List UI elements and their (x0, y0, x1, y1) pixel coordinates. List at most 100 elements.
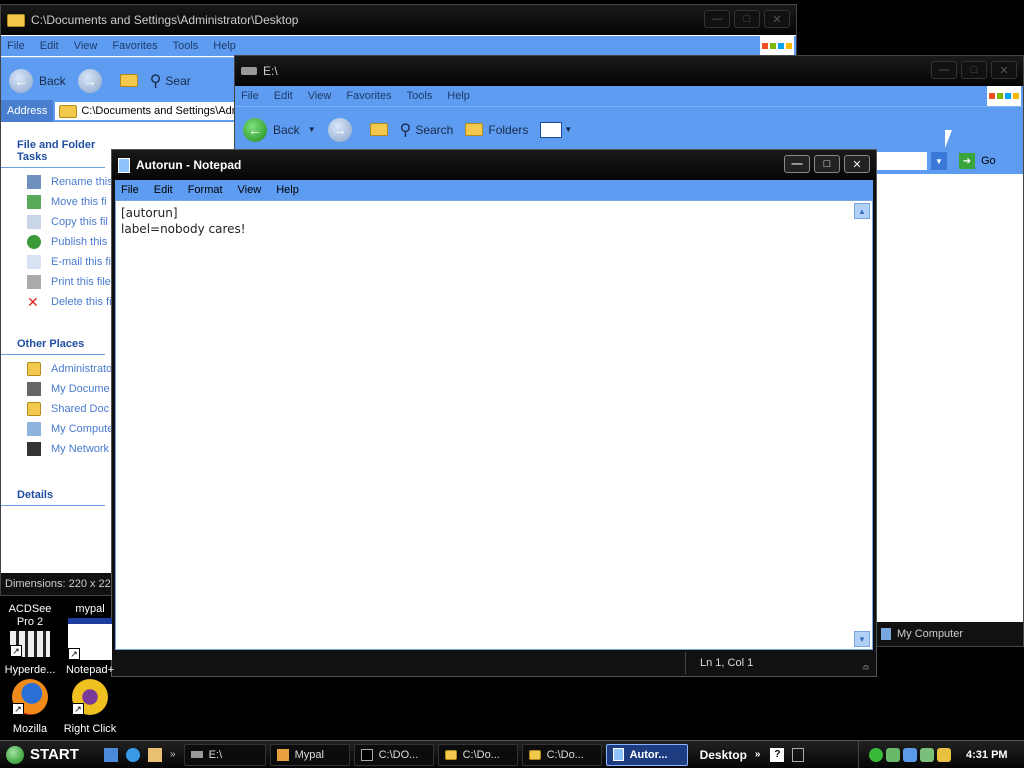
scroll-up-button[interactable]: ▲ (854, 203, 870, 219)
globe-icon (27, 235, 41, 249)
search-button[interactable]: ⚲ Search (400, 120, 454, 140)
place-my-documents[interactable]: My Docume (1, 379, 111, 399)
app-launcher-icon[interactable] (148, 747, 162, 762)
tray-safely-remove-icon[interactable] (920, 747, 934, 762)
tray-wand-icon[interactable] (937, 747, 951, 762)
close-button[interactable]: ✕ (844, 155, 870, 173)
close-button[interactable]: ✕ (764, 10, 790, 28)
chevron-right-icon[interactable]: » (170, 749, 176, 760)
vertical-scrollbar[interactable]: ▲ ▼ (854, 203, 870, 647)
tray-volume-icon[interactable] (903, 747, 917, 762)
search-button[interactable]: ⚲ Sear (150, 71, 191, 91)
go-arrow-icon: ➜ (959, 153, 975, 169)
rename-icon (27, 175, 41, 189)
task-e-drive[interactable]: E:\ (183, 743, 266, 766)
start-button[interactable]: START (6, 743, 94, 767)
maximize-button[interactable]: □ (961, 61, 987, 79)
views-button[interactable]: ▼ (540, 121, 572, 138)
forward-button[interactable]: → (77, 68, 108, 93)
maximize-button[interactable]: □ (734, 10, 760, 28)
folders-button[interactable]: Folders (465, 123, 528, 137)
back-button[interactable]: ← Back (9, 68, 66, 93)
minimize-button[interactable]: — (784, 155, 810, 173)
up-folder-button[interactable] (369, 123, 388, 136)
place-shared-documents[interactable]: Shared Doc (1, 399, 111, 419)
details-heading[interactable]: Details (1, 485, 105, 506)
desktop-toolbar[interactable]: Desktop » (700, 748, 761, 762)
titlebar[interactable]: Autorun - Notepad — □ ✕ (112, 150, 876, 180)
desktop-icon-acdsee[interactable]: ACDSee Pro 2 ↗ (0, 603, 60, 659)
desktop-icon-mypal[interactable]: mypal ↗ (60, 603, 120, 662)
menu-view[interactable]: View (74, 40, 98, 52)
minimize-button[interactable]: — (931, 61, 957, 79)
menu-favorites[interactable]: Favorites (346, 90, 391, 102)
menu-tools[interactable]: Tools (173, 40, 199, 52)
internet-explorer-icon[interactable] (126, 747, 140, 762)
task-notepad[interactable]: Autor... (605, 743, 688, 766)
file-tasks-heading[interactable]: File and Folder Tasks (1, 135, 105, 168)
task-label: E-mail this fi (51, 256, 111, 268)
back-button[interactable]: ← Back ▼ (243, 117, 316, 142)
menu-tools[interactable]: Tools (407, 90, 433, 102)
task-folder-2[interactable]: C:\Do... (521, 743, 602, 766)
menu-view[interactable]: View (238, 184, 262, 196)
menu-file[interactable]: File (241, 90, 259, 102)
menu-format[interactable]: Format (188, 184, 223, 196)
menu-edit[interactable]: Edit (274, 90, 293, 102)
task-delete[interactable]: ✕ Delete this fi (1, 292, 111, 312)
minimize-button[interactable]: — (704, 10, 730, 28)
up-folder-button[interactable] (119, 74, 138, 87)
clock[interactable]: 4:31 PM (966, 749, 1008, 761)
forward-button[interactable]: → (327, 117, 358, 142)
other-places-heading[interactable]: Other Places (1, 334, 105, 355)
close-button[interactable]: ✕ (991, 61, 1017, 79)
task-copy[interactable]: Copy this fil (1, 212, 111, 232)
address-dropdown[interactable]: ▼ (931, 152, 947, 170)
task-email[interactable]: E-mail this fi (1, 252, 111, 272)
maximize-button[interactable]: □ (814, 155, 840, 173)
desktop-icon-mozilla[interactable]: ↗ Mozilla (0, 679, 60, 736)
menu-help[interactable]: Help (213, 40, 236, 52)
titlebar[interactable]: E:\ — □ ✕ (235, 56, 1023, 86)
desktop-icon-notepadplus[interactable]: Notepad+ (60, 664, 120, 677)
menu-help[interactable]: Help (447, 90, 470, 102)
show-desktop-icon[interactable] (104, 747, 118, 762)
menu-edit[interactable]: Edit (154, 184, 173, 196)
chevron-right-icon[interactable]: » (755, 749, 761, 760)
go-button[interactable]: ➜ Go (959, 152, 1019, 170)
task-cmd[interactable]: C:\DO... (353, 743, 434, 766)
folder-icon (444, 749, 457, 760)
desktop-icon-hyperdesk[interactable]: Hyperde... (0, 664, 60, 677)
task-folder-1[interactable]: C:\Do... (437, 743, 518, 766)
menu-favorites[interactable]: Favorites (112, 40, 157, 52)
menu-bar: File Edit Format View Help (115, 180, 873, 200)
menu-file[interactable]: File (121, 184, 139, 196)
menu-help[interactable]: Help (276, 184, 299, 196)
task-print[interactable]: Print this file (1, 272, 111, 292)
titlebar[interactable]: C:\Documents and Settings\Administrator\… (1, 5, 796, 35)
menu-view[interactable]: View (308, 90, 332, 102)
task-label: C:\Do... (546, 748, 584, 761)
search-icon: ⚲ (149, 72, 162, 90)
task-mypal[interactable]: Mypal (269, 743, 350, 766)
menu-file[interactable]: File (7, 40, 25, 52)
help-icon[interactable]: ? (770, 747, 785, 762)
window-notepad[interactable]: Autorun - Notepad — □ ✕ File Edit Format… (111, 149, 877, 677)
task-publish[interactable]: Publish this (1, 232, 111, 252)
resize-grip-icon[interactable]: ≏ (862, 663, 870, 674)
menu-edit[interactable]: Edit (40, 40, 59, 52)
place-administrator[interactable]: Administrato (1, 359, 111, 379)
chevron-down-icon[interactable]: ▼ (308, 125, 316, 134)
restore-window-icon[interactable] (792, 747, 805, 762)
task-rename[interactable]: Rename this (1, 172, 111, 192)
task-move[interactable]: Move this fi (1, 192, 111, 212)
place-my-computer[interactable]: My Compute (1, 419, 111, 439)
delete-icon: ✕ (27, 294, 39, 310)
scroll-down-button[interactable]: ▼ (854, 631, 870, 647)
tray-network-icon[interactable] (886, 747, 900, 762)
place-my-network[interactable]: My Network (1, 439, 111, 459)
desktop-icon-rightclick[interactable]: ↗ Right Click (60, 679, 120, 736)
status-location: My Computer (897, 628, 964, 640)
text-editor[interactable]: [autorun] label=nobody cares! ▲ ▼ (115, 200, 873, 650)
tray-app-icon[interactable] (869, 747, 883, 762)
